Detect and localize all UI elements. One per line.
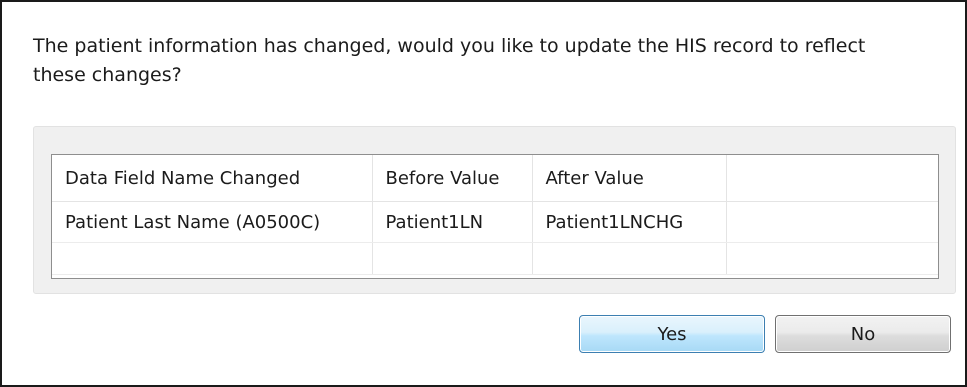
table-row: [52, 242, 938, 275]
table-row[interactable]: Patient Last Name (A0500C) Patient1LN Pa…: [52, 201, 938, 243]
column-header-after-value[interactable]: After Value: [532, 155, 727, 202]
column-header-data-field-name[interactable]: Data Field Name Changed: [52, 155, 373, 202]
yes-button[interactable]: Yes: [579, 315, 765, 353]
cell-filler: [726, 242, 938, 275]
cell-after-value: [532, 242, 727, 275]
update-his-confirm-dialog: The patient information has changed, wou…: [0, 0, 967, 387]
column-header-filler: [726, 155, 938, 202]
changes-table: Data Field Name Changed Before Value Aft…: [51, 154, 939, 279]
cell-data-field-name: Patient Last Name (A0500C): [52, 201, 373, 243]
cell-before-value: [372, 242, 533, 275]
cell-after-value: Patient1LNCHG: [532, 201, 727, 243]
changes-panel: Data Field Name Changed Before Value Aft…: [33, 126, 956, 294]
no-button[interactable]: No: [775, 315, 951, 353]
cell-before-value: Patient1LN: [372, 201, 533, 243]
cell-data-field-name: [52, 242, 373, 275]
column-header-before-value[interactable]: Before Value: [372, 155, 533, 202]
table-header-row: Data Field Name Changed Before Value Aft…: [52, 155, 938, 202]
dialog-message: The patient information has changed, wou…: [33, 35, 866, 86]
cell-filler: [726, 201, 938, 243]
